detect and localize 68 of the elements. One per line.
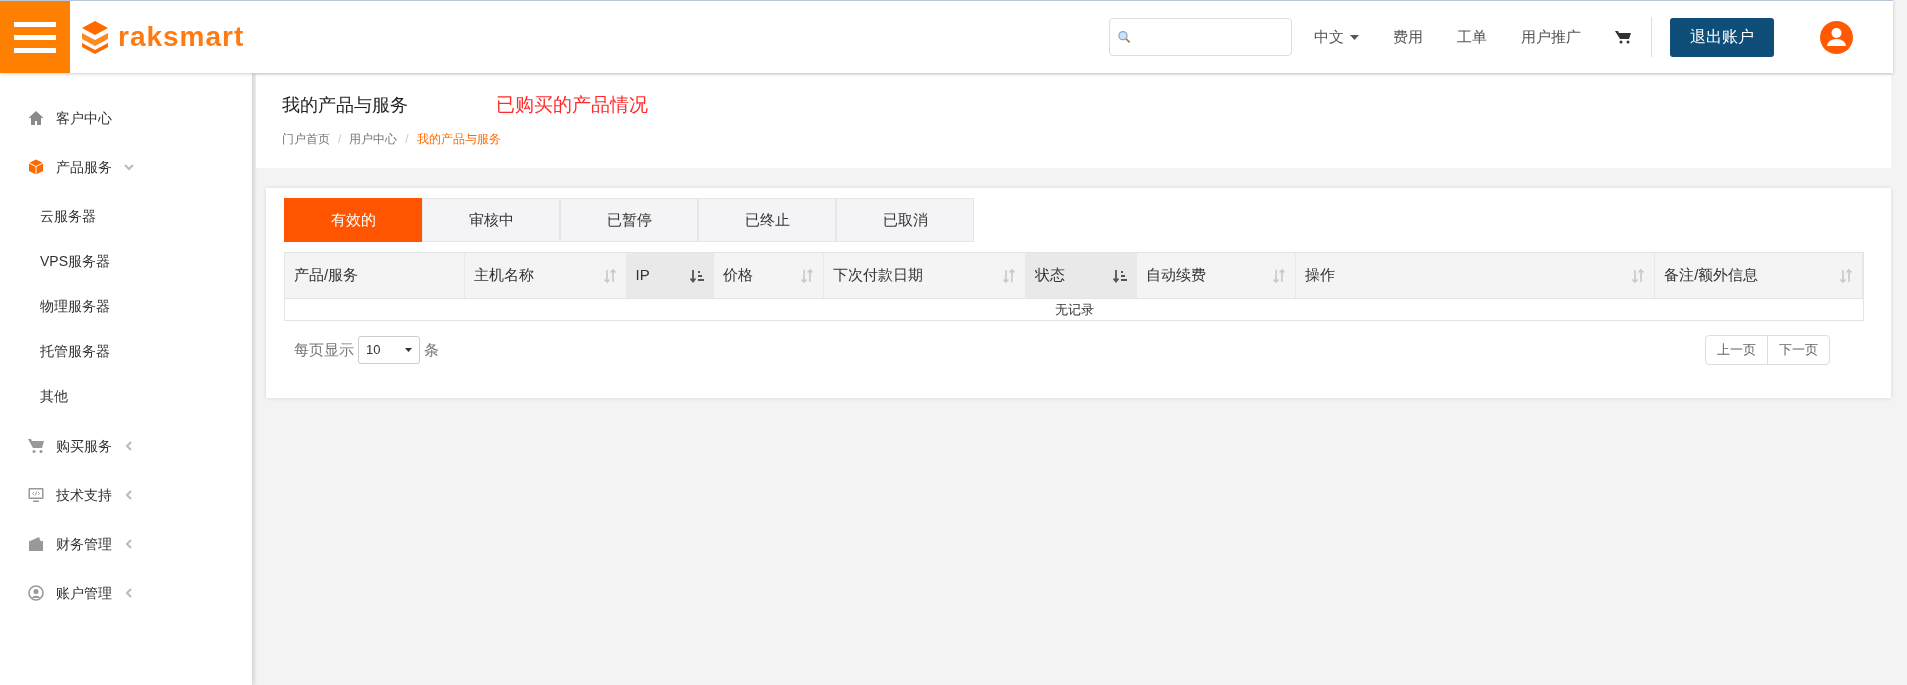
- sort-descending-icon: [1112, 268, 1127, 283]
- sort-icon: [1631, 268, 1646, 283]
- sidebar-item[interactable]: 技术支持: [0, 473, 252, 517]
- sidebar-subitem[interactable]: VPS服务器: [0, 239, 252, 284]
- cart-icon: [28, 438, 44, 454]
- nav-link[interactable]: 费用: [1393, 25, 1423, 49]
- status-tab[interactable]: 审核中: [422, 198, 560, 242]
- empty-row-text: 无记录: [1053, 300, 1095, 319]
- cart-icon[interactable]: [1615, 30, 1631, 44]
- chevron-left-icon: [124, 539, 134, 549]
- user-circle-icon: [28, 585, 44, 601]
- sidebar-item[interactable]: 账户管理: [0, 571, 252, 615]
- user-avatar-icon[interactable]: [1820, 20, 1853, 54]
- per-page-unit: 条: [424, 339, 439, 360]
- status-tab[interactable]: 已终止: [698, 198, 836, 242]
- column-header[interactable]: 备注/额外信息: [1655, 253, 1863, 298]
- sidebar-item[interactable]: 购买服务: [0, 424, 252, 468]
- sidebar-item[interactable]: 财务管理: [0, 522, 252, 566]
- chevron-left-icon: [124, 588, 134, 598]
- prev-page-button[interactable]: 上一页: [1706, 336, 1768, 364]
- page-title: 我的产品与服务: [282, 93, 408, 117]
- cube-icon: [28, 159, 44, 175]
- chevron-left-icon: [124, 441, 134, 451]
- column-header[interactable]: IP: [626, 253, 715, 298]
- wallet-icon: [28, 536, 44, 552]
- menu-button[interactable]: [0, 1, 70, 73]
- column-header[interactable]: 自动续费: [1136, 253, 1296, 298]
- breadcrumb-link[interactable]: 用户中心: [349, 129, 398, 148]
- sidebar-subitem[interactable]: 托管服务器: [0, 329, 252, 374]
- caret-icon: [1350, 34, 1359, 40]
- logo-icon: [80, 19, 110, 55]
- monitor-icon: [28, 487, 44, 503]
- sidebar-subitem[interactable]: 云服务器: [0, 194, 252, 239]
- sort-icon: [800, 268, 815, 283]
- sidebar-subitem[interactable]: 其他: [0, 374, 252, 419]
- sort-icon: [1839, 268, 1853, 283]
- breadcrumb-link[interactable]: 门户首页: [282, 129, 330, 148]
- column-header[interactable]: 主机名称: [464, 253, 627, 298]
- sort-icon: [1271, 268, 1286, 283]
- per-page-label: 每页显示: [294, 339, 354, 360]
- column-header[interactable]: 操作: [1295, 253, 1656, 298]
- breadcrumb-separator: /: [405, 130, 409, 148]
- annotation-text: 已购买的产品情况: [496, 93, 648, 117]
- home-icon: [28, 110, 44, 126]
- next-page-button[interactable]: 下一页: [1768, 336, 1829, 364]
- sort-icon: [1002, 268, 1017, 283]
- sort-icon: [602, 268, 617, 283]
- sidebar-subitem[interactable]: 物理服务器: [0, 284, 252, 329]
- nav-link[interactable]: 工单: [1457, 25, 1487, 49]
- status-tab[interactable]: 已取消: [836, 198, 974, 242]
- status-tab[interactable]: 已暂停: [560, 198, 698, 242]
- sidebar-item[interactable]: 客户中心: [0, 96, 252, 140]
- column-header[interactable]: 价格: [714, 253, 825, 298]
- nav-link[interactable]: 中文: [1314, 25, 1359, 49]
- nav-link[interactable]: 用户推广: [1521, 25, 1581, 49]
- chevron-left-icon: [124, 490, 134, 500]
- caret-icon: [405, 348, 412, 352]
- search-field[interactable]: [1109, 18, 1292, 56]
- search-icon: [1118, 30, 1131, 44]
- breadcrumb-separator: /: [338, 130, 342, 148]
- logo-text: raksmart: [118, 20, 245, 54]
- column-header[interactable]: 产品/服务: [285, 253, 465, 298]
- chevron-down-icon: [124, 162, 134, 172]
- per-page-select[interactable]: 10: [358, 336, 420, 364]
- sidebar-item[interactable]: 产品服务: [0, 145, 252, 189]
- logout-button[interactable]: 退出账户: [1670, 17, 1774, 57]
- column-header[interactable]: 状态: [1026, 253, 1137, 298]
- sort-descending-icon: [690, 268, 705, 283]
